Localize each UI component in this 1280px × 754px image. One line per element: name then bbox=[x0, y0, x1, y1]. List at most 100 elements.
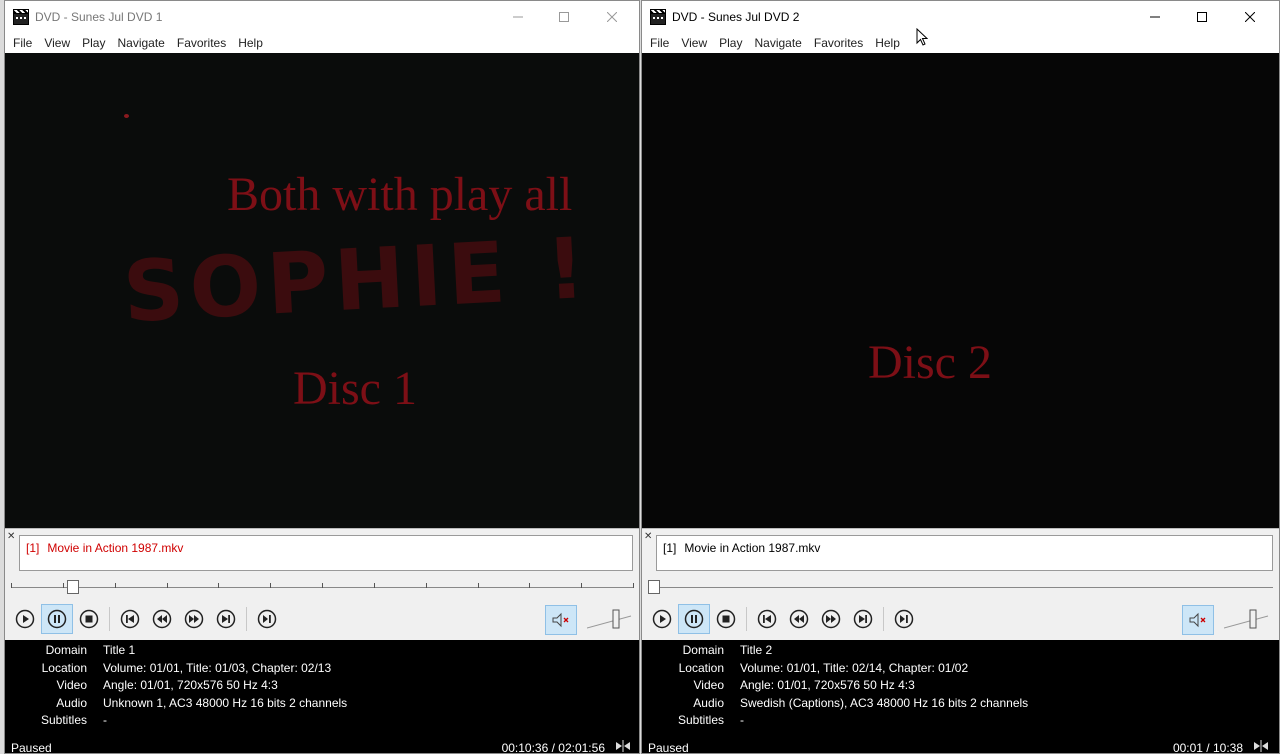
play-button[interactable] bbox=[646, 604, 678, 634]
frame-step-button[interactable] bbox=[251, 604, 283, 634]
minimize-button[interactable] bbox=[1132, 1, 1178, 33]
close-button[interactable] bbox=[589, 1, 635, 33]
playback-toolbar bbox=[5, 598, 639, 640]
next-button[interactable] bbox=[847, 604, 879, 634]
volume-slider[interactable] bbox=[586, 608, 633, 632]
menu-navigate[interactable]: Navigate bbox=[748, 36, 807, 50]
menu-view[interactable]: View bbox=[675, 36, 713, 50]
info-key: Video bbox=[693, 678, 724, 692]
maximize-icon bbox=[559, 12, 569, 22]
menu-play[interactable]: Play bbox=[76, 36, 111, 50]
clapperboard-icon bbox=[650, 9, 666, 25]
playback-state: Paused bbox=[648, 741, 689, 754]
seek-thumb[interactable] bbox=[648, 580, 660, 594]
chapter-tick bbox=[270, 583, 271, 588]
seek-bar[interactable] bbox=[5, 576, 639, 598]
menu-favorites[interactable]: Favorites bbox=[808, 36, 869, 50]
playlist-panel: ✕ [1] Movie in Action 1987.mkv bbox=[5, 528, 639, 576]
stop-button[interactable] bbox=[73, 604, 105, 634]
info-value: Volume: 01/01, Title: 01/03, Chapter: 02… bbox=[103, 660, 332, 675]
info-value: - bbox=[740, 713, 744, 727]
info-row: Subtitles - bbox=[5, 712, 639, 730]
pause-icon bbox=[684, 609, 704, 629]
window-title: DVD - Sunes Jul DVD 1 bbox=[35, 10, 163, 24]
stop-button[interactable] bbox=[710, 604, 742, 634]
info-key: Subtitles bbox=[40, 713, 87, 727]
menu-help[interactable]: Help bbox=[232, 36, 269, 50]
status-bar: Paused 00:10:36 / 02:01:56 bbox=[5, 732, 639, 754]
minimize-button[interactable] bbox=[495, 1, 541, 33]
play-icon bbox=[652, 609, 672, 629]
menu-bar: File View Play Navigate Favorites Help bbox=[5, 33, 639, 53]
menu-play[interactable]: Play bbox=[713, 36, 748, 50]
menu-help[interactable]: Help bbox=[869, 36, 906, 50]
chapter-tick bbox=[581, 583, 582, 588]
close-button[interactable] bbox=[1227, 1, 1273, 33]
menu-favorites[interactable]: Favorites bbox=[171, 36, 232, 50]
menu-view[interactable]: View bbox=[38, 36, 76, 50]
playlist-item[interactable]: [1] Movie in Action 1987.mkv bbox=[26, 541, 626, 555]
info-row: Audio Unknown 1, AC3 48000 Hz 16 bits 2 c… bbox=[5, 695, 639, 713]
info-value: Title 1 bbox=[103, 643, 136, 657]
info-value: Swedish (Captions), AC3 48000 Hz 16 bits… bbox=[740, 695, 1029, 710]
pause-button[interactable] bbox=[41, 604, 73, 634]
video-area[interactable]: Both with play all SOPHIE ! Disc 1 bbox=[5, 53, 639, 528]
seek-bar[interactable] bbox=[642, 576, 1279, 598]
title-bar[interactable]: DVD - Sunes Jul DVD 1 bbox=[5, 1, 639, 33]
volume-slider[interactable] bbox=[1223, 608, 1270, 632]
info-row: Domain Title 1 bbox=[5, 642, 639, 660]
previous-button[interactable] bbox=[751, 604, 783, 634]
previous-button[interactable] bbox=[114, 604, 146, 634]
menu-file[interactable]: File bbox=[7, 36, 38, 50]
player-window-2: DVD - Sunes Jul DVD 2 File View Play Nav… bbox=[641, 0, 1280, 754]
menu-navigate[interactable]: Navigate bbox=[111, 36, 170, 50]
info-value: Angle: 01/01, 720x576 50 Hz 4:3 bbox=[740, 678, 915, 692]
skip-forward-icon bbox=[853, 609, 873, 629]
pause-button[interactable] bbox=[678, 604, 710, 634]
info-value: Angle: 01/01, 720x576 50 Hz 4:3 bbox=[103, 678, 278, 692]
play-icon bbox=[15, 609, 35, 629]
chapter-tick bbox=[115, 583, 116, 588]
playlist-item[interactable]: [1] Movie in Action 1987.mkv bbox=[663, 541, 1266, 555]
video-area[interactable]: Disc 2 bbox=[642, 53, 1279, 528]
maximize-button[interactable] bbox=[541, 1, 587, 33]
info-key: Location bbox=[41, 660, 87, 675]
close-playlist-icon[interactable]: ✕ bbox=[7, 531, 15, 542]
frame-step-icon bbox=[257, 609, 277, 629]
fast-forward-button[interactable] bbox=[815, 604, 847, 634]
chapter-tick bbox=[322, 583, 323, 588]
next-button[interactable] bbox=[210, 604, 242, 634]
mute-button[interactable] bbox=[1182, 605, 1214, 635]
timer-mode-icon[interactable] bbox=[1253, 738, 1269, 754]
menu-bar: File View Play Navigate Favorites Help bbox=[642, 33, 1279, 53]
time-display[interactable]: 00:01 / 10:38 bbox=[1173, 741, 1243, 753]
seek-thumb[interactable] bbox=[67, 580, 79, 594]
menu-file[interactable]: File bbox=[644, 36, 675, 50]
fast-forward-icon bbox=[184, 609, 204, 629]
info-row: Video Angle: 01/01, 720x576 50 Hz 4:3 bbox=[5, 677, 639, 695]
play-button[interactable] bbox=[9, 604, 41, 634]
timer-mode-icon[interactable] bbox=[615, 738, 631, 754]
overlay-text-line-2: SOPHIE ! bbox=[120, 218, 594, 342]
time-display[interactable]: 00:10:36 / 02:01:56 bbox=[502, 741, 605, 753]
minimize-icon bbox=[513, 16, 523, 18]
mute-button[interactable] bbox=[545, 605, 577, 635]
rewind-button[interactable] bbox=[146, 604, 178, 634]
skip-back-icon bbox=[120, 609, 140, 629]
toolbar-separator bbox=[746, 607, 747, 631]
playlist-item-index: [1] bbox=[663, 541, 677, 555]
minimize-icon bbox=[1150, 16, 1160, 18]
fast-forward-button[interactable] bbox=[178, 604, 210, 634]
close-playlist-icon[interactable]: ✕ bbox=[644, 531, 652, 542]
rewind-button[interactable] bbox=[783, 604, 815, 634]
frame-step-button[interactable] bbox=[888, 604, 920, 634]
info-key: Audio bbox=[56, 695, 87, 710]
mute-icon bbox=[1189, 612, 1206, 628]
info-key: Location bbox=[678, 660, 724, 675]
title-bar[interactable]: DVD - Sunes Jul DVD 2 bbox=[642, 1, 1279, 33]
chapter-tick bbox=[633, 583, 634, 588]
info-key: Audio bbox=[693, 695, 724, 710]
toolbar-separator bbox=[246, 607, 247, 631]
rewind-icon bbox=[152, 609, 172, 629]
maximize-button[interactable] bbox=[1179, 1, 1225, 33]
